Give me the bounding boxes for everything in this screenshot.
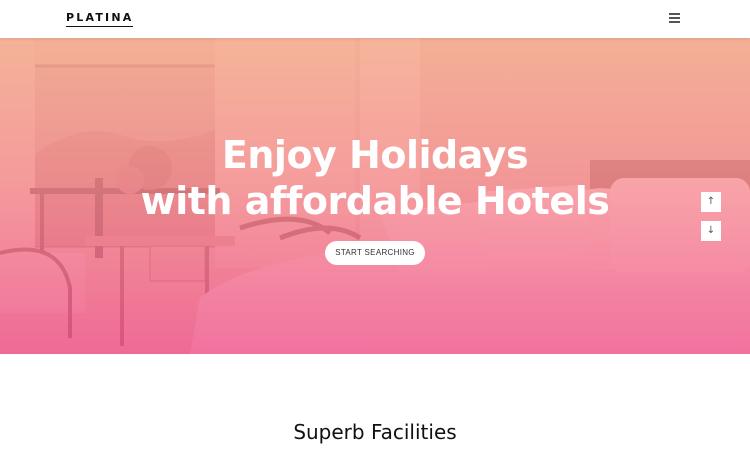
hero-title-line-1: Enjoy Holidays [221,133,529,177]
site-logo[interactable]: PLATINA [66,11,134,27]
hero-title-line-2: with affordable Hotels [140,179,610,223]
site-header: PLATINA [0,0,750,38]
start-searching-button[interactable]: START SEARCHING [325,241,425,265]
hamburger-menu-icon[interactable] [669,12,683,24]
hero-banner: Enjoy Holidays with affordable Hotels ST… [0,38,750,354]
arrow-up-icon[interactable]: ↑ [701,192,721,212]
facilities-heading: Superb Facilities [293,420,457,444]
hero-title: Enjoy Holidays with affordable Hotels [0,132,750,224]
arrow-down-icon[interactable]: ↓ [701,221,721,241]
